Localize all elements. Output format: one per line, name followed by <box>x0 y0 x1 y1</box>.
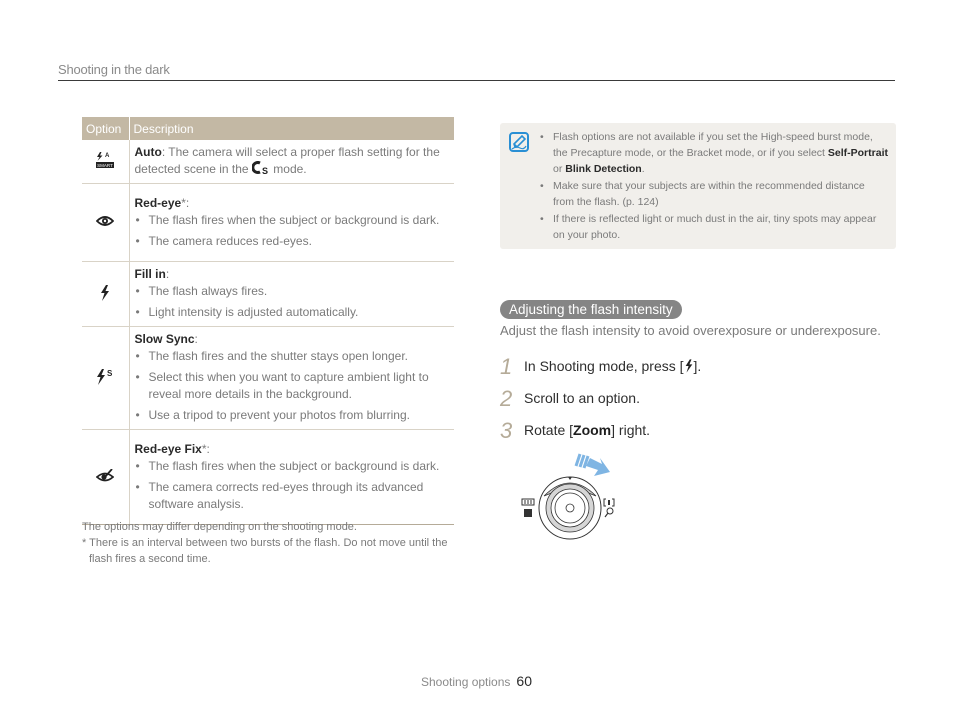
column-header-option: Option <box>82 117 130 140</box>
table-footnotes: The options may differ depending on the … <box>82 519 454 567</box>
red-eye-fix-icon <box>95 467 115 481</box>
step-number: 2 <box>500 386 513 411</box>
svg-text:S: S <box>107 369 113 378</box>
option-bullets: The flash fires when the subject or back… <box>135 212 447 250</box>
list-item: Use a tripod to prevent your photos from… <box>135 407 447 424</box>
table-row: S Slow Sync: The flash fires and the shu… <box>82 326 454 430</box>
footer-section: Shooting options <box>421 675 511 689</box>
step-2: 2 Scroll to an option. <box>500 386 640 411</box>
svg-text:A: A <box>105 153 110 159</box>
svg-text:SMART: SMART <box>97 163 113 168</box>
flash-button-icon <box>685 359 692 373</box>
option-bullets: The flash fires when the subject or back… <box>135 458 447 513</box>
step-3: 3 Rotate [Zoom] right. <box>500 418 651 443</box>
list-item: The flash always fires. <box>135 283 447 300</box>
red-eye-icon <box>95 216 115 226</box>
list-item: The flash fires when the subject or back… <box>135 458 447 475</box>
list-item: Make sure that your subjects are within … <box>538 178 888 210</box>
page-header-title: Shooting in the dark <box>58 62 170 77</box>
footnote-asterisk: * There is an interval between two burst… <box>82 537 448 565</box>
option-term: Auto <box>134 145 162 159</box>
note-list: Flash options are not available if you s… <box>538 129 888 244</box>
tele-zoom-icon <box>603 498 615 518</box>
option-term: Red-eye Fix <box>134 441 202 456</box>
page-number: 60 <box>516 673 532 689</box>
flash-auto-icon: A SMART <box>96 152 115 168</box>
option-term: Red-eye <box>134 195 182 210</box>
column-header-description: Description <box>129 117 454 140</box>
option-bullets: The flash fires and the shutter stays op… <box>135 348 447 424</box>
list-item: Select this when you want to capture amb… <box>135 369 447 403</box>
note-pencil-icon <box>509 132 529 152</box>
section-title: Adjusting the flash intensity <box>500 300 682 319</box>
header-divider <box>58 80 895 81</box>
table-header-row: Option Description <box>82 117 454 140</box>
option-term: Slow Sync <box>134 332 195 346</box>
note-box: Flash options are not available if you s… <box>500 123 896 249</box>
smart-auto-mode-icon: S <box>251 161 268 176</box>
footnote: The options may differ depending on the … <box>82 521 357 533</box>
wide-zoom-icon <box>521 498 535 517</box>
page-footer: Shooting options 60 <box>421 673 532 689</box>
flash-slow-sync-icon: S <box>97 368 113 385</box>
section-intro: Adjust the flash intensity to avoid over… <box>500 323 881 338</box>
option-bullets: The flash always fires. Light intensity … <box>135 283 447 321</box>
table-row: Red-eye Fix*: The flash fires when the s… <box>82 429 454 525</box>
list-item: The camera reduces red-eyes. <box>135 233 447 250</box>
step-number: 3 <box>500 418 513 443</box>
option-term: Fill in <box>134 267 166 281</box>
rotate-right-arrow-icon <box>574 453 610 476</box>
step-1: 1 In Shooting mode, press []. <box>500 354 702 379</box>
table-row: Red-eye*: The flash fires when the subje… <box>82 183 454 262</box>
list-item: If there is reflected light or much dust… <box>538 211 888 243</box>
table-row: Fill in: The flash always fires. Light i… <box>82 261 454 327</box>
list-item: The camera corrects red-eyes through its… <box>135 479 447 513</box>
list-item: The flash fires and the shutter stays op… <box>135 348 447 365</box>
flash-fill-in-icon <box>101 284 110 301</box>
flash-options-table: Option Description A SMART Auto: The cam… <box>82 117 454 525</box>
table-row: A SMART Auto: The camera will select a p… <box>82 140 454 184</box>
list-item: The flash fires when the subject or back… <box>135 212 447 229</box>
list-item: Flash options are not available if you s… <box>538 129 888 177</box>
zoom-lever-diagram <box>521 453 615 540</box>
svg-text:S: S <box>262 166 268 175</box>
step-number: 1 <box>500 354 513 379</box>
list-item: Light intensity is adjusted automaticall… <box>135 304 447 321</box>
